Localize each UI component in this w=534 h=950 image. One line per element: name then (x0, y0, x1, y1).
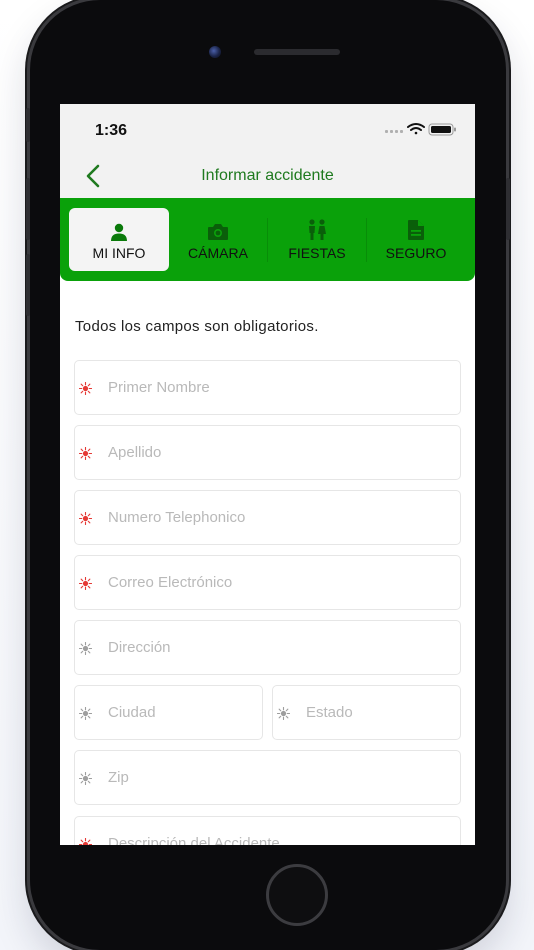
volume-up-button (26, 178, 30, 240)
battery-icon (428, 123, 456, 136)
field-placeholder: Apellido (108, 444, 162, 461)
last-name-field[interactable]: Apellido (74, 425, 461, 480)
app-screen: 1:36 Informar accidente MI INFO CÁMARA F… (60, 104, 475, 845)
field-placeholder: Dirección (108, 639, 171, 656)
field-placeholder: Numero Telephonico (108, 509, 246, 526)
power-button (506, 178, 510, 240)
tab-mi-info[interactable]: MI INFO (69, 208, 169, 271)
zip-field[interactable]: Zip (74, 750, 461, 805)
optional-marker-icon (79, 707, 92, 720)
email-field[interactable]: Correo Electrónico (74, 555, 461, 610)
field-placeholder: Estado (306, 704, 353, 721)
required-note: Todos los campos son obligatorios. (75, 318, 319, 335)
optional-marker-icon (79, 642, 92, 655)
status-time: 1:36 (95, 122, 128, 139)
tab-label: SEGURO (385, 244, 447, 261)
person-icon (110, 219, 128, 241)
tab-seguro[interactable]: SEGURO (366, 208, 466, 271)
tab-fiestas[interactable]: FIESTAS (267, 208, 367, 271)
required-asterisk-icon (79, 512, 92, 525)
optional-marker-icon (277, 707, 290, 720)
field-placeholder: Ciudad (108, 704, 156, 721)
tab-label: MI INFO (92, 244, 146, 261)
first-name-field[interactable]: Primer Nombre (74, 360, 461, 415)
state-field[interactable]: Estado (272, 685, 461, 740)
wifi-icon (407, 123, 425, 135)
required-asterisk-icon (79, 447, 92, 460)
phone-number-field[interactable]: Numero Telephonico (74, 490, 461, 545)
status-bar: 1:36 (60, 104, 475, 154)
mute-switch (26, 108, 30, 142)
tab-camara[interactable]: CÁMARA (168, 208, 268, 271)
optional-marker-icon (79, 772, 92, 785)
tab-label: FIESTAS (288, 244, 346, 261)
field-placeholder: Zip (108, 769, 129, 786)
tab-bar: MI INFO CÁMARA FIESTAS SEGURO (60, 198, 475, 281)
required-asterisk-icon (79, 838, 92, 845)
front-camera (209, 46, 221, 58)
field-placeholder: Primer Nombre (108, 379, 210, 396)
people-icon (307, 218, 327, 241)
earpiece-speaker (254, 49, 340, 55)
home-button[interactable] (266, 864, 328, 926)
address-field[interactable]: Dirección (74, 620, 461, 675)
navigation-bar: Informar accidente (60, 154, 475, 198)
status-icons (385, 123, 456, 136)
signal-icon (385, 130, 403, 133)
city-field[interactable]: Ciudad (74, 685, 263, 740)
volume-down-button (26, 254, 30, 316)
document-icon (407, 219, 425, 241)
field-placeholder: Correo Electrónico (108, 574, 233, 591)
required-asterisk-icon (79, 577, 92, 590)
tab-label: CÁMARA (188, 244, 248, 261)
camera-icon (207, 219, 229, 241)
accident-description-field[interactable]: Descripción del Accidente (74, 816, 461, 845)
field-placeholder: Descripción del Accidente (108, 835, 280, 845)
required-asterisk-icon (79, 382, 92, 395)
page-title: Informar accidente (201, 167, 334, 184)
